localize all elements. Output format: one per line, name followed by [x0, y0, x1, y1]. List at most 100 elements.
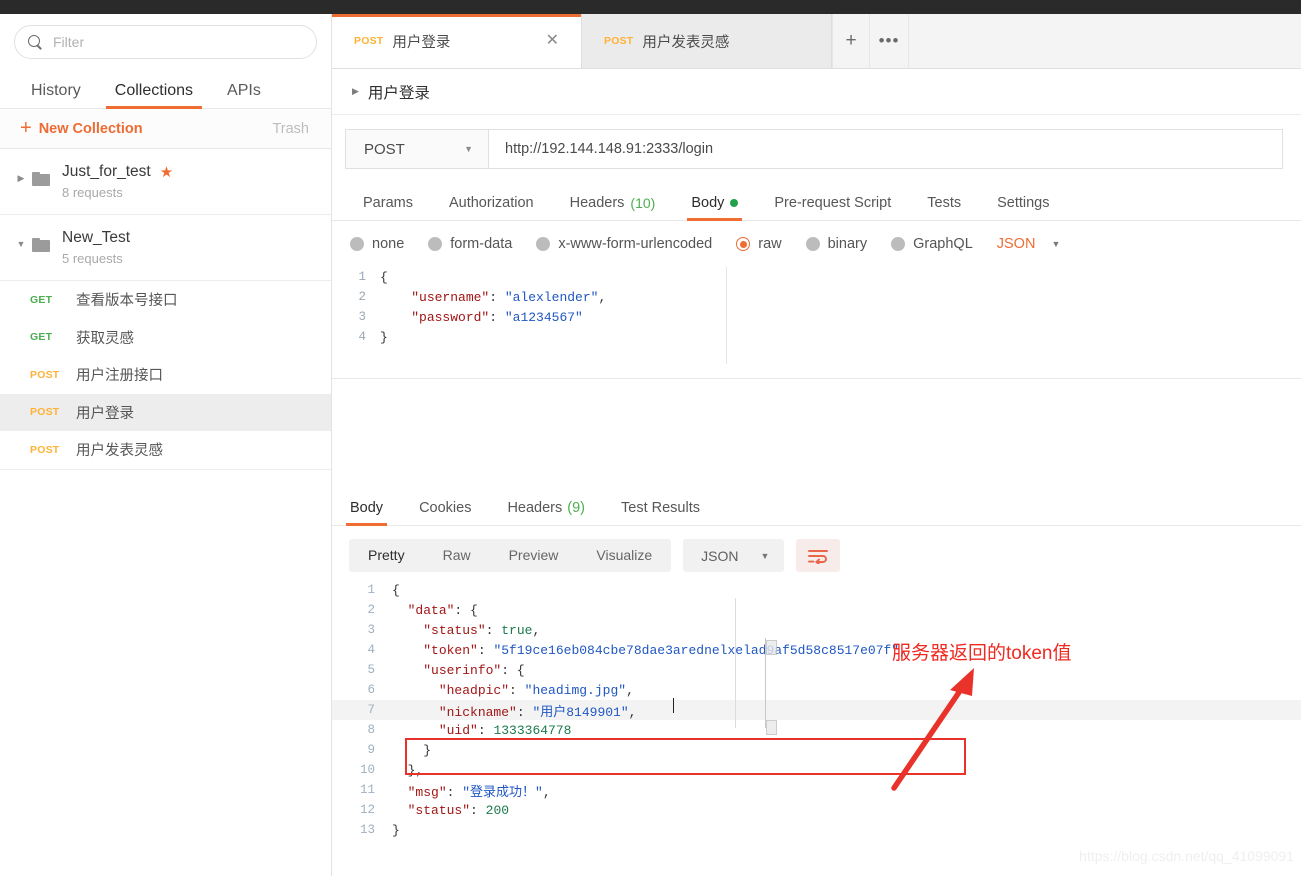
tab-settings[interactable]: Settings [979, 195, 1067, 221]
new-collection-label: New Collection [38, 120, 143, 137]
folder-icon [32, 172, 50, 186]
request-method: POST [30, 406, 60, 419]
tab-label: Body [691, 194, 725, 211]
new-tab-button[interactable]: + [832, 14, 870, 68]
collection-item-new-test[interactable]: ▼ New_Test 5 requests [0, 215, 331, 281]
body-type-raw[interactable]: raw [736, 236, 805, 252]
annotation-arrow-icon [891, 668, 974, 791]
annotation-label: 服务器返回的token值 [892, 643, 1072, 664]
trash-button[interactable]: Trash [272, 121, 309, 137]
collection-name: New_Test [62, 229, 131, 246]
code-text: }, [392, 762, 424, 778]
text-cursor [673, 698, 674, 713]
search-box[interactable] [14, 25, 317, 59]
line-number: 5 [367, 663, 375, 677]
search-input[interactable] [53, 34, 303, 50]
response-view-bar: Pretty Raw Preview Visualize JSON ▼ [332, 526, 1301, 572]
view-raw[interactable]: Raw [424, 539, 490, 572]
body-type-graphql[interactable]: GraphQL [891, 236, 997, 252]
code-text: } [392, 742, 432, 758]
request-name: 获取灵感 [76, 330, 134, 347]
response-view-toggle: Pretty Raw Preview Visualize [349, 539, 672, 572]
chevron-right-icon[interactable]: ▶ [352, 86, 359, 97]
tab-options-icon[interactable]: ••• [870, 14, 908, 68]
sidebar-tab-history[interactable]: History [14, 83, 98, 108]
star-icon[interactable]: ★ [160, 165, 173, 180]
response-format-select[interactable]: JSON ▼ [683, 539, 785, 572]
url-field-wrapper[interactable] [489, 129, 1283, 169]
chevron-down-icon: ▼ [760, 550, 770, 561]
tab-body[interactable]: Body [673, 194, 756, 221]
request-name: 用户登录 [76, 405, 134, 422]
list-item-selected[interactable]: POST 用户登录 [0, 393, 331, 431]
response-tab-body[interactable]: Body [332, 499, 401, 526]
code-text: "nickname": "用户8149901", [438, 704, 637, 720]
code-text: { [380, 269, 388, 285]
body-type-x-www-form-urlencoded[interactable]: x-www-form-urlencoded [536, 236, 736, 252]
line-number: 7 [367, 703, 375, 717]
response-panel: Body Cookies Headers (9) Test Results Pr… [332, 484, 1301, 876]
body-type-none[interactable]: none [350, 236, 428, 252]
list-item[interactable]: POST 用户发表灵感 [0, 431, 331, 469]
new-collection-button[interactable]: + New Collection [20, 118, 143, 138]
code-text: "userinfo": { [423, 662, 525, 678]
collection-item-just-for-test[interactable]: ▶ Just_for_test ★ 8 requests [0, 149, 331, 215]
filter-bar [0, 14, 331, 59]
code-line: 1 { [332, 267, 1301, 287]
request-method: GET [30, 331, 53, 344]
body-type-form-data[interactable]: form-data [428, 236, 536, 252]
tab-headers[interactable]: Headers (10) [552, 195, 674, 221]
url-input[interactable] [505, 141, 1266, 157]
close-icon[interactable]: ✕ [538, 33, 567, 49]
response-tab-headers[interactable]: Headers (9) [489, 499, 603, 526]
collection-request-count: 8 requests [62, 185, 123, 200]
tab-tests[interactable]: Tests [909, 194, 979, 221]
line-number: 4 [367, 643, 375, 657]
tab-label: Authorization [448, 194, 534, 211]
sidebar: History Collections APIs + New Collectio… [0, 14, 332, 876]
collection-request-count: 5 requests [62, 251, 123, 266]
tab-params[interactable]: Params [345, 194, 431, 221]
request-format-select[interactable]: JSON ▼ [997, 236, 1061, 252]
response-body-viewer[interactable]: 1 { 2 "data": { 3 "status": true, 4 "tok… [332, 572, 1301, 840]
response-tab-cookies[interactable]: Cookies [401, 500, 489, 526]
chevron-right-icon[interactable]: ▶ [14, 174, 28, 183]
tab-label: Tests [927, 194, 962, 211]
sidebar-tab-apis[interactable]: APIs [210, 83, 278, 108]
tab-user-login[interactable]: POST 用户登录 ✕ [332, 14, 582, 68]
tab-authorization[interactable]: Authorization [431, 194, 552, 221]
sidebar-tab-collections[interactable]: Collections [98, 83, 210, 109]
request-name: 查看版本号接口 [76, 293, 178, 310]
tab-user-post-inspiration[interactable]: POST 用户发表灵感 [582, 14, 832, 68]
list-item[interactable]: POST 用户注册接口 [0, 356, 331, 394]
request-name: 用户注册接口 [76, 368, 163, 385]
tab-label: Body [350, 499, 384, 516]
collection-name: Just_for_test [62, 163, 151, 180]
tab-label: Params [363, 194, 413, 211]
method-select[interactable]: POST ▼ [345, 129, 489, 169]
word-wrap-icon[interactable] [796, 539, 841, 572]
code-line: 5 "userinfo": { [332, 660, 1301, 680]
tab-label: Headers [507, 499, 563, 516]
radio-icon [428, 237, 443, 251]
list-item[interactable]: GET 获取灵感 [0, 318, 331, 356]
view-visualize[interactable]: Visualize [577, 539, 671, 572]
line-number: 2 [358, 290, 366, 304]
indent-guide [735, 598, 736, 728]
view-pretty[interactable]: Pretty [349, 539, 424, 572]
tab-method: POST [604, 35, 634, 47]
body-active-dot-icon [730, 198, 739, 207]
code-text: "password": "a1234567" [411, 309, 583, 325]
body-type-binary[interactable]: binary [805, 236, 892, 252]
request-body-editor[interactable]: 1 { 2 "username": "alexlender", 3 "passw… [332, 267, 1301, 379]
chevron-down-icon[interactable]: ▼ [14, 240, 28, 249]
radio-icon [536, 237, 551, 251]
response-tab-test-results[interactable]: Test Results [603, 500, 718, 526]
request-section-tabs: Params Authorization Headers (10) Body P… [332, 179, 1301, 221]
option-label: none [372, 236, 405, 252]
tab-pre-request-script[interactable]: Pre-request Script [756, 195, 909, 221]
code-line: 10 }, [332, 760, 1301, 780]
view-preview[interactable]: Preview [490, 539, 578, 572]
editor-guide-line [726, 267, 727, 364]
list-item[interactable]: GET 查看版本号接口 [0, 281, 331, 319]
